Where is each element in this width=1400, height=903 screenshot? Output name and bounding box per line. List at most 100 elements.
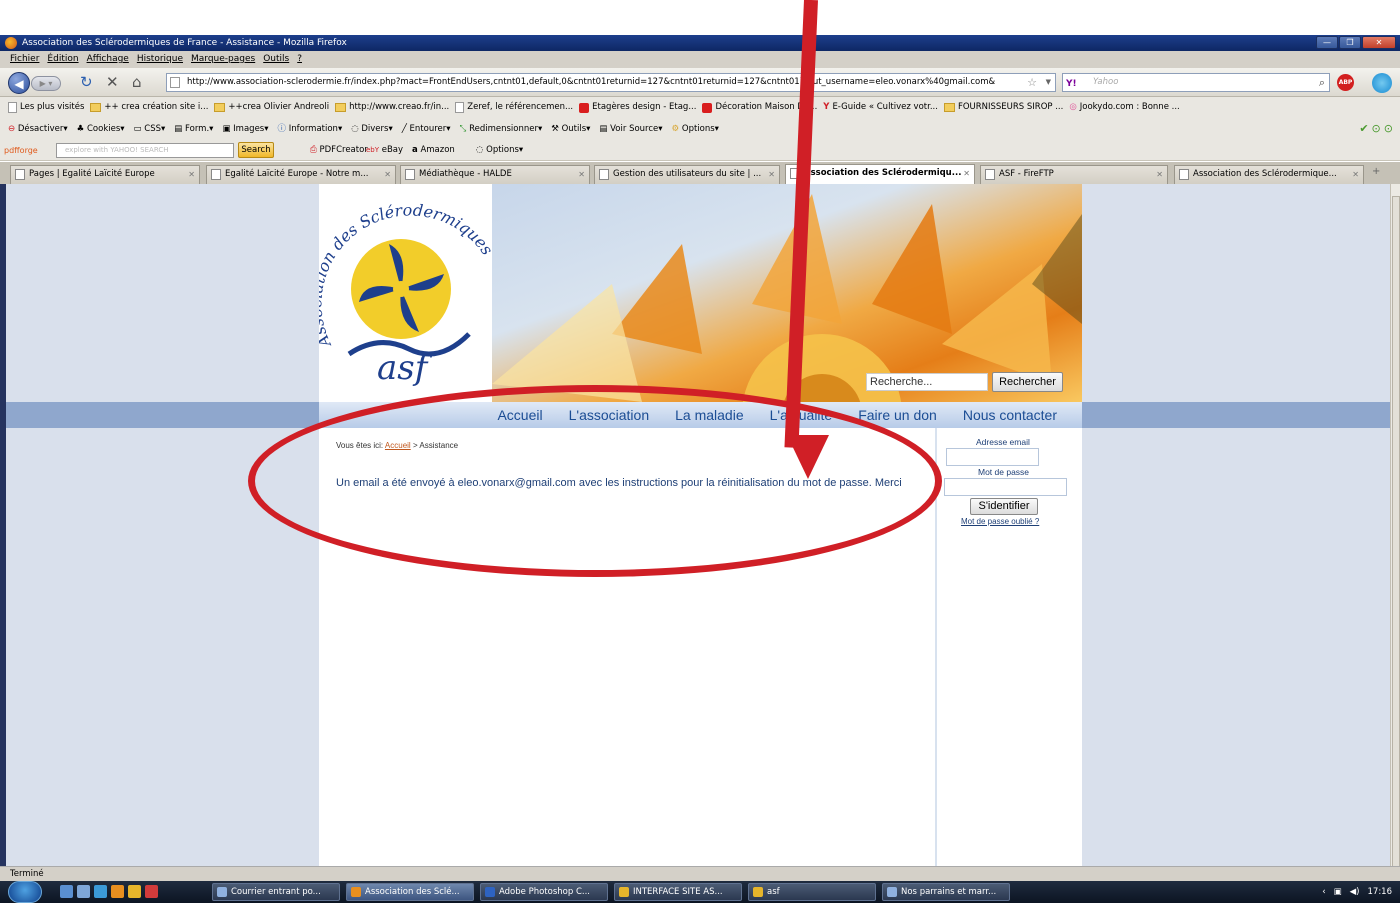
login-button[interactable]: S'identifier <box>970 498 1038 515</box>
url-bar[interactable]: http://www.association-sclerodermie.fr/i… <box>166 73 1056 92</box>
firefox-icon <box>351 887 361 897</box>
pdfforge-logo[interactable]: pdfforge <box>4 140 38 161</box>
reload-icon[interactable]: ↻ <box>80 68 93 97</box>
app-icon[interactable] <box>145 885 158 898</box>
vertical-scrollbar[interactable] <box>1390 184 1400 896</box>
devbar-item[interactable]: ▤ Voir Source▾ <box>599 118 662 140</box>
bookmark-item[interactable]: Y E-Guide « Cultivez votr... <box>823 97 938 118</box>
devbar-item[interactable]: ♣ Cookies▾ <box>77 118 125 140</box>
taskbar-item[interactable]: INTERFACE SITE AS... <box>614 883 742 901</box>
new-tab-icon[interactable]: + <box>1372 166 1380 177</box>
extension-icon[interactable] <box>1372 73 1392 93</box>
devbar-item[interactable]: ⓘ Information▾ <box>278 118 343 140</box>
stop-icon[interactable]: ✕ <box>106 68 119 97</box>
bookmark-item[interactable]: http://www.creao.fr/in... <box>335 97 449 118</box>
bookmark-item[interactable]: ++crea Olivier Andreoli <box>214 97 329 118</box>
menu-outils[interactable]: Outils <box>263 51 289 68</box>
back-button[interactable]: ◀ <box>8 72 30 94</box>
yahoo-search-button[interactable]: Search <box>238 142 274 158</box>
bookmark-item[interactable]: Les plus visités <box>8 97 84 118</box>
scrollbar-thumb[interactable] <box>1392 196 1400 896</box>
yahoo-search-input[interactable]: explore with YAHOO! SEARCH <box>56 143 234 158</box>
annotation-ellipse <box>248 385 942 577</box>
start-button[interactable] <box>8 881 42 903</box>
password-label: Mot de passe <box>978 467 1030 477</box>
pdfcreator-button[interactable]: ⎙ PDFCreator <box>310 140 368 161</box>
show-desktop-icon[interactable] <box>60 885 73 898</box>
bookmark-item[interactable]: Etagères design - Etag... <box>579 97 696 118</box>
close-tab-icon[interactable]: ✕ <box>188 166 195 183</box>
bookmark-item[interactable]: FOURNISSEURS SIROP ... <box>943 97 1063 118</box>
taskbar-item[interactable]: Association des Sclé... <box>346 883 474 901</box>
devbar-item[interactable]: ⚒ Outils▾ <box>551 118 590 140</box>
tab[interactable]: ASF - FireFTP ✕ <box>980 165 1168 184</box>
search-placeholder: Yahoo <box>1093 77 1119 87</box>
yahoo-engine-label[interactable]: Y! <box>1066 76 1077 93</box>
password-field[interactable] <box>944 478 1067 496</box>
devbar-item[interactable]: ▣ Images▾ <box>222 118 268 140</box>
devbar-item[interactable]: ◌ Divers▾ <box>351 118 393 140</box>
menu-historique[interactable]: Historique <box>137 51 183 68</box>
close-tab-icon[interactable]: ✕ <box>1352 166 1359 183</box>
tab[interactable]: Pages | Egalité Laïcité Europe ✕ <box>10 165 200 184</box>
minimize-button[interactable]: — <box>1316 36 1338 49</box>
taskbar-item[interactable]: Adobe Photoshop C... <box>480 883 608 901</box>
nav-nous-contacter[interactable]: Nous contacter <box>950 407 1070 423</box>
search-icon[interactable]: ⌕ <box>1319 74 1325 91</box>
clock[interactable]: 17:16 <box>1368 881 1393 903</box>
close-tab-icon[interactable]: ✕ <box>1156 166 1163 183</box>
devbar-item[interactable]: ▤ Form.▾ <box>174 118 213 140</box>
site-search-input[interactable]: Recherche... <box>866 373 988 391</box>
close-tab-icon[interactable]: ✕ <box>963 165 970 182</box>
volume-icon[interactable]: ◀) <box>1350 881 1360 903</box>
home-icon[interactable]: ⌂ <box>132 68 142 97</box>
devbar-item[interactable]: ⊖ Désactiver▾ <box>8 118 68 140</box>
tab-active[interactable]: Association des Sclérodermiqu... ✕ <box>785 164 975 184</box>
adblock-icon[interactable]: ABP <box>1337 74 1354 91</box>
ie-icon[interactable] <box>94 885 107 898</box>
taskbar-item[interactable]: asf <box>748 883 876 901</box>
screen: Association des Sclérodermiques de Franc… <box>0 0 1400 903</box>
bookmark-item[interactable]: ++ crea création site i... <box>90 97 208 118</box>
tab[interactable]: Association des Sclérodermique... ✕ <box>1174 165 1364 184</box>
tab[interactable]: Médiathèque - HALDE ✕ <box>400 165 590 184</box>
devbar-item[interactable]: ⚙ Options▾ <box>672 118 719 140</box>
forgot-password-link[interactable]: Mot de passe oublié ? <box>961 517 1039 526</box>
taskbar-item[interactable]: Nos parrains et marr... <box>882 883 1010 901</box>
switch-windows-icon[interactable] <box>77 885 90 898</box>
email-field[interactable] <box>946 448 1039 466</box>
menu-affichage[interactable]: Affichage <box>87 51 129 68</box>
network-icon[interactable]: ▣ <box>1334 881 1342 903</box>
browser-search-input[interactable]: Y! Yahoo ⌕ <box>1062 73 1330 92</box>
quick-launch <box>60 885 158 898</box>
close-tab-icon[interactable]: ✕ <box>578 166 585 183</box>
menu-help[interactable]: ? <box>297 51 302 68</box>
bookmark-item[interactable]: Zeref, le référencemen... <box>455 97 573 118</box>
url-dropdown-icon[interactable]: ▼ <box>1046 74 1051 91</box>
amazon-button[interactable]: a Amazon <box>412 140 455 161</box>
forward-button[interactable]: ▶ ▾ <box>31 76 61 91</box>
yahoo-options-button[interactable]: ◌ Options▾ <box>476 140 523 161</box>
bookmark-item[interactable]: ◎ Jookydo.com : Bonne ... <box>1069 97 1179 118</box>
menu-marque-pages[interactable]: Marque-pages <box>191 51 255 68</box>
maximize-button[interactable]: ❐ <box>1339 36 1361 49</box>
taskbar-item[interactable]: Courrier entrant po... <box>212 883 340 901</box>
close-button[interactable]: ✕ <box>1362 36 1396 49</box>
tab[interactable]: Gestion des utilisateurs du site | ... ✕ <box>594 165 780 184</box>
site-logo[interactable]: Association des Sclérodermiques de Franc… <box>306 184 500 402</box>
menu-fichier[interactable]: Fichier <box>10 51 39 68</box>
explorer-icon[interactable] <box>128 885 141 898</box>
validation-status-icon[interactable]: ✔⊙⊙ <box>1359 118 1396 140</box>
bookmark-star-icon[interactable]: ☆ <box>1027 74 1037 91</box>
close-tab-icon[interactable]: ✕ <box>768 166 775 183</box>
menu-edition[interactable]: Édition <box>47 51 78 68</box>
close-tab-icon[interactable]: ✕ <box>384 166 391 183</box>
ebay-button[interactable]: ebY eBay <box>366 140 403 161</box>
tray-chevron-icon[interactable]: ‹ <box>1322 881 1325 903</box>
site-search-button[interactable]: Rechercher <box>992 372 1063 392</box>
devbar-item[interactable]: ╱ Entourer▾ <box>402 118 451 140</box>
devbar-item[interactable]: ⤡ Redimensionner▾ <box>460 118 543 140</box>
devbar-item[interactable]: ▭ CSS▾ <box>134 118 166 140</box>
tab[interactable]: Egalité Laïcité Europe - Notre m... ✕ <box>206 165 396 184</box>
firefox-icon[interactable] <box>111 885 124 898</box>
